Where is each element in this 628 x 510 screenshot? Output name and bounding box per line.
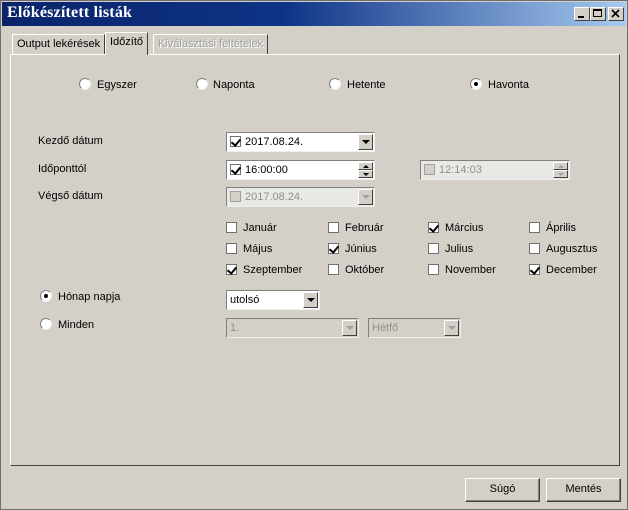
to-time-spinner[interactable] [553, 162, 568, 178]
from-time-picker[interactable]: 16:00:00 [226, 160, 375, 180]
spin-up-button[interactable] [553, 162, 568, 170]
day-of-month-label: Hónap napja [58, 291, 121, 303]
every-weekday-value: Hétfő [372, 322, 399, 334]
save-button-label: Mentés [565, 483, 602, 495]
close-button[interactable] [608, 7, 624, 21]
day-of-month-select[interactable]: utolsó [226, 290, 320, 310]
month-label-august: Augusztus [546, 243, 598, 255]
end-date-value: 2017.08.24. [245, 191, 304, 203]
start-date-label: Kezdő dátum [38, 135, 103, 147]
spin-down-button[interactable] [358, 170, 373, 178]
title-bar[interactable]: Előkészített listák [2, 2, 626, 26]
from-time-value: 16:00:00 [245, 164, 288, 176]
month-checkbox-august[interactable] [529, 243, 540, 254]
from-time-spinner[interactable] [358, 162, 373, 178]
minimize-button[interactable] [574, 7, 590, 21]
every-ordinal-select[interactable]: 1. [226, 318, 359, 338]
radio-once[interactable] [79, 78, 91, 90]
month-checkbox-june[interactable] [328, 243, 339, 254]
tab-scheduler[interactable]: Időzítő [105, 32, 149, 55]
to-time-picker[interactable]: 12:14:03 [420, 160, 570, 180]
month-checkbox-october[interactable] [328, 264, 339, 275]
scheduler-panel: Egyszer Naponta Hetente Havonta Kezdő dá… [10, 54, 620, 466]
month-label-december: December [546, 264, 597, 276]
tab-label: Kiválasztási feltételek [158, 38, 264, 50]
end-date-picker[interactable]: 2017.08.24. [226, 187, 375, 207]
day-of-month-dropdown-button[interactable] [303, 292, 318, 308]
end-date-label: Végső dátum [38, 190, 103, 202]
spin-up-button[interactable] [358, 162, 373, 170]
month-checkbox-may[interactable] [226, 243, 237, 254]
to-time-checkbox[interactable] [424, 164, 435, 175]
radio-day-of-month[interactable] [40, 290, 52, 302]
month-label-october: Október [345, 264, 385, 276]
every-weekday-select[interactable]: Hétfő [368, 318, 461, 338]
start-date-checkbox[interactable] [230, 136, 241, 147]
from-time-checkbox[interactable] [230, 164, 241, 175]
start-date-value: 2017.08.24. [245, 136, 304, 148]
tab-output-requests[interactable]: Output lekérések [12, 34, 106, 54]
minimize-icon [578, 16, 584, 18]
tab-selection-criteria[interactable]: Kiválasztási feltételek [153, 34, 269, 54]
start-date-dropdown-button[interactable] [358, 134, 373, 150]
month-label-september: Szeptember [243, 264, 303, 276]
month-label-april: Április [546, 222, 576, 234]
tab-label: Output lekérések [17, 38, 101, 50]
radio-monthly-label: Havonta [488, 79, 529, 91]
to-time-value: 12:14:03 [439, 164, 482, 176]
every-ordinal-value: 1. [230, 322, 240, 334]
end-date-checkbox[interactable] [230, 191, 241, 202]
start-date-picker[interactable]: 2017.08.24. [226, 132, 375, 152]
month-checkbox-february[interactable] [328, 222, 339, 233]
month-label-may: Május [243, 243, 273, 255]
month-checkbox-april[interactable] [529, 222, 540, 233]
radio-every[interactable] [40, 318, 52, 330]
month-checkbox-december[interactable] [529, 264, 540, 275]
spin-down-button[interactable] [553, 170, 568, 178]
every-ordinal-dropdown-button[interactable] [342, 320, 357, 336]
help-button-label: Súgó [489, 483, 516, 495]
window-title: Előkészített listák [7, 4, 133, 21]
month-label-march: Március [445, 222, 484, 234]
month-label-june: Június [345, 243, 377, 255]
month-label-february: Február [345, 222, 384, 234]
radio-weekly[interactable] [329, 78, 341, 90]
help-button[interactable]: Súgó [465, 478, 540, 502]
dialog-window: Előkészített listák Output lekérések Idő… [0, 0, 628, 510]
maximize-button[interactable] [590, 7, 606, 21]
radio-monthly[interactable] [470, 78, 482, 90]
month-checkbox-november[interactable] [428, 264, 439, 275]
radio-daily-label: Naponta [213, 79, 255, 91]
radio-daily[interactable] [196, 78, 208, 90]
end-date-dropdown-button[interactable] [358, 189, 373, 205]
month-checkbox-january[interactable] [226, 222, 237, 233]
month-checkbox-july[interactable] [428, 243, 439, 254]
day-of-month-value: utolsó [230, 294, 260, 306]
month-checkbox-september[interactable] [226, 264, 237, 275]
from-time-label: Időponttól [38, 163, 87, 175]
maximize-icon [593, 9, 602, 17]
radio-weekly-label: Hetente [347, 79, 386, 91]
month-label-january: Január [243, 222, 277, 234]
save-button[interactable]: Mentés [546, 478, 621, 502]
tab-label: Időzítő [110, 36, 144, 48]
month-label-july: Julius [445, 243, 474, 255]
radio-once-label: Egyszer [97, 79, 137, 91]
every-label: Minden [58, 319, 95, 331]
month-label-november: November [445, 264, 496, 276]
close-icon [611, 9, 620, 18]
every-weekday-dropdown-button[interactable] [444, 320, 459, 336]
month-checkbox-march[interactable] [428, 222, 439, 233]
